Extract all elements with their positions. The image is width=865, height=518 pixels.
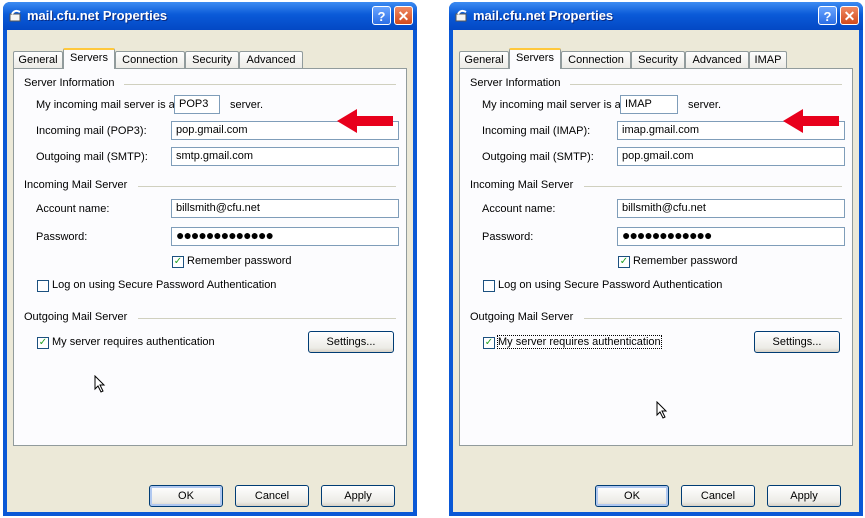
- password-field[interactable]: ●●●●●●●●●●●●: [617, 227, 845, 246]
- settings-button[interactable]: Settings...: [754, 331, 840, 353]
- close-icon: ✕: [843, 8, 856, 24]
- outgoing-mail-server-heading: Outgoing Mail Server: [470, 311, 574, 323]
- close-icon: ✕: [397, 8, 410, 24]
- ok-button[interactable]: OK: [149, 485, 223, 507]
- help-icon: ?: [377, 9, 386, 24]
- help-button[interactable]: ?: [818, 6, 837, 25]
- password-label: Password:: [482, 231, 534, 243]
- outgoing-mail-label: Outgoing mail (SMTP):: [482, 151, 594, 163]
- incoming-mail-label: Incoming mail (IMAP):: [482, 125, 591, 137]
- tab-general[interactable]: General: [13, 51, 63, 68]
- tab-connection[interactable]: Connection: [115, 51, 185, 68]
- mail-account-icon: [9, 9, 21, 22]
- divider: [124, 84, 396, 85]
- server-information-heading: Server Information: [24, 77, 115, 89]
- red-arrow-icon: [783, 109, 839, 133]
- dialog-client-area: General Servers Connection Security Adva…: [453, 30, 859, 512]
- spa-label: Log on using Secure Password Authenticat…: [498, 279, 723, 291]
- window-title: mail.cfu.net Properties: [473, 8, 614, 23]
- close-button[interactable]: ✕: [394, 6, 413, 25]
- tab-connection[interactable]: Connection: [561, 51, 631, 68]
- apply-button[interactable]: Apply: [321, 485, 395, 507]
- tab-advanced[interactable]: Advanced: [239, 51, 303, 68]
- incoming-type-suffix: server.: [688, 99, 722, 111]
- incoming-type-field: IMAP: [620, 95, 678, 114]
- account-name-label: Account name:: [482, 203, 556, 215]
- incoming-type-prefix: My incoming mail server is a: [482, 99, 621, 111]
- spa-checkbox[interactable]: [483, 280, 495, 292]
- outgoing-mail-field[interactable]: pop.gmail.com: [617, 147, 845, 166]
- close-button[interactable]: ✕: [840, 6, 859, 25]
- apply-button[interactable]: Apply: [767, 485, 841, 507]
- check-icon: ✓: [619, 256, 629, 267]
- account-name-label: Account name:: [36, 203, 110, 215]
- spa-checkbox[interactable]: [37, 280, 49, 292]
- red-arrow-icon: [337, 109, 393, 133]
- divider: [138, 186, 396, 187]
- incoming-mail-server-heading: Incoming Mail Server: [24, 179, 128, 191]
- mouse-pointer-icon: [94, 375, 106, 393]
- mail-account-icon: [455, 9, 467, 22]
- spa-label: Log on using Secure Password Authenticat…: [52, 279, 277, 291]
- auth-label: My server requires authentication: [497, 335, 662, 349]
- outgoing-mail-field[interactable]: smtp.gmail.com: [171, 147, 399, 166]
- auth-checkbox[interactable]: ✓: [37, 337, 49, 349]
- title-bar[interactable]: mail.cfu.net Properties ? ✕: [449, 2, 863, 30]
- remember-password-checkbox[interactable]: ✓: [618, 256, 630, 268]
- divider: [570, 84, 842, 85]
- account-name-field[interactable]: billsmith@cfu.net: [171, 199, 399, 218]
- check-icon: ✓: [173, 256, 183, 267]
- incoming-type-prefix: My incoming mail server is a: [36, 99, 175, 111]
- remember-password-checkbox[interactable]: ✓: [172, 256, 184, 268]
- password-field[interactable]: ●●●●●●●●●●●●●: [171, 227, 399, 246]
- incoming-type-field: POP3: [174, 95, 220, 114]
- tab-security[interactable]: Security: [185, 51, 239, 68]
- tab-servers[interactable]: Servers: [63, 48, 115, 69]
- outgoing-mail-label: Outgoing mail (SMTP):: [36, 151, 148, 163]
- check-icon: ✓: [484, 337, 494, 348]
- incoming-type-suffix: server.: [230, 99, 264, 111]
- divider: [138, 318, 396, 319]
- remember-password-label: Remember password: [187, 255, 292, 267]
- incoming-mail-server-heading: Incoming Mail Server: [470, 179, 574, 191]
- incoming-mail-label: Incoming mail (POP3):: [36, 125, 147, 137]
- divider: [584, 318, 842, 319]
- help-button[interactable]: ?: [372, 6, 391, 25]
- tab-servers[interactable]: Servers: [509, 48, 561, 69]
- cancel-button[interactable]: Cancel: [681, 485, 755, 507]
- account-name-field[interactable]: billsmith@cfu.net: [617, 199, 845, 218]
- auth-checkbox[interactable]: ✓: [483, 337, 495, 349]
- dialog-client-area: General Servers Connection Security Adva…: [7, 30, 413, 512]
- divider: [584, 186, 842, 187]
- title-bar[interactable]: mail.cfu.net Properties ? ✕: [3, 2, 417, 30]
- auth-label: My server requires authentication: [52, 336, 215, 348]
- help-icon: ?: [823, 9, 832, 24]
- password-label: Password:: [36, 231, 88, 243]
- server-information-heading: Server Information: [470, 77, 561, 89]
- outgoing-mail-server-heading: Outgoing Mail Server: [24, 311, 128, 323]
- tab-general[interactable]: General: [459, 51, 509, 68]
- remember-password-label: Remember password: [633, 255, 738, 267]
- properties-dialog-pop3: mail.cfu.net Properties ? ✕ General Serv…: [3, 2, 417, 516]
- settings-button[interactable]: Settings...: [308, 331, 394, 353]
- properties-dialog-imap: mail.cfu.net Properties ? ✕ General Serv…: [449, 2, 863, 516]
- tab-security[interactable]: Security: [631, 51, 685, 68]
- mouse-pointer-icon: [656, 401, 668, 419]
- tab-advanced[interactable]: Advanced: [685, 51, 749, 68]
- cancel-button[interactable]: Cancel: [235, 485, 309, 507]
- check-icon: ✓: [38, 337, 48, 348]
- window-title: mail.cfu.net Properties: [27, 8, 168, 23]
- tab-imap[interactable]: IMAP: [749, 51, 787, 68]
- ok-button[interactable]: OK: [595, 485, 669, 507]
